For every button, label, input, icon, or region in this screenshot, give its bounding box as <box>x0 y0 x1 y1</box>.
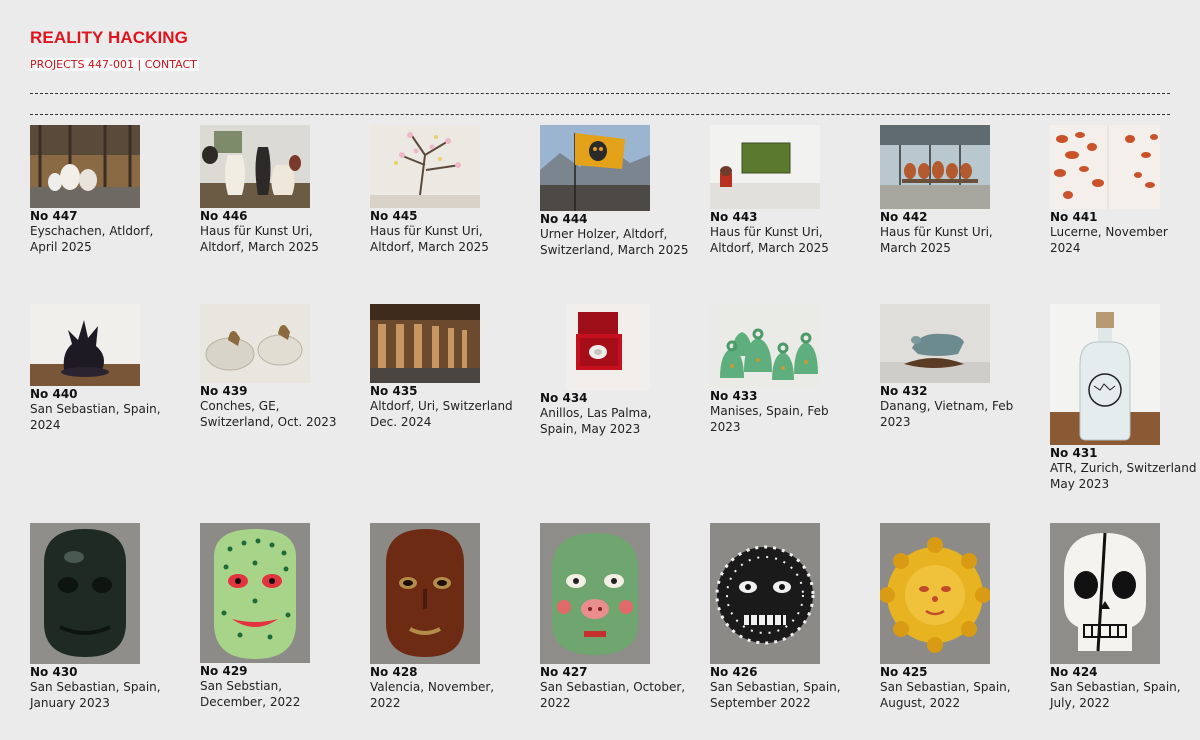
project-number: No 426 <box>710 665 758 679</box>
project-caption: Haus für Kunst Uri, March 2025 <box>880 225 993 255</box>
pots-window-photo[interactable] <box>880 125 990 209</box>
project-caption: San Sebastian, Spain, August, 2022 <box>880 680 1011 710</box>
project-item: No 441 Lucerne, November 2024 <box>1050 125 1200 256</box>
black-sculpture-photo[interactable] <box>30 304 140 386</box>
project-number: No 431 <box>1050 446 1098 460</box>
project-item: No 445 Haus für Kunst Uri, Altdorf, March… <box>370 125 530 255</box>
warehouse-ceramics-photo[interactable] <box>30 125 140 208</box>
nav-projects-link[interactable]: PROJECTS 447-001 <box>30 58 134 71</box>
gallery-painting-photo[interactable] <box>710 125 820 209</box>
project-item: No 429 San Sebstian, December, 2022 <box>200 523 360 710</box>
project-number: No 446 <box>200 209 248 223</box>
project-item: No 440 San Sebastian, Spain, 2024 <box>30 304 190 433</box>
project-caption: San Sebastian, Spain, September 2022 <box>710 680 841 710</box>
project-item: No 439 Conches, GE, Switzerland, Oct. 202… <box>200 304 360 430</box>
site-title-link[interactable]: REALITY HACKING <box>30 28 188 48</box>
project-caption: Altdorf, Uri, Switzerland Dec. 2024 <box>370 399 513 429</box>
project-number: No 441 <box>1050 210 1098 224</box>
brown-mask-photo[interactable] <box>370 523 480 664</box>
project-item: No 444 Urner Holzer, Altdorf, Switzerland… <box>540 125 700 258</box>
project-caption: Valencia, November, 2022 <box>370 680 495 710</box>
skull-mask-photo[interactable] <box>1050 523 1160 664</box>
project-item: No 425 San Sebastian, Spain, August, 2022 <box>880 523 1040 711</box>
top-nav: PROJECTS 447-001 | CONTACT <box>30 58 199 71</box>
project-item: No 433 Manises, Spain, Feb 2023 <box>710 304 870 435</box>
project-caption: San Sebastian, Spain, 2024 <box>30 402 161 432</box>
project-item: No 432 Danang, Vietnam, Feb 2023 <box>880 304 1040 430</box>
project-number: No 443 <box>710 210 758 224</box>
project-number: No 425 <box>880 665 928 679</box>
project-caption: Haus für Kunst Uri, Altdorf, March 2025 <box>370 224 489 254</box>
red-spots-photo[interactable] <box>1050 125 1160 209</box>
project-caption: San Sebastian, Spain, January 2023 <box>30 680 161 710</box>
wooden-hall-photo[interactable] <box>370 304 480 383</box>
nav-contact-link[interactable]: CONTACT <box>145 58 197 71</box>
project-caption: Eyschachen, Atldorf, April 2025 <box>30 224 154 254</box>
project-number: No 428 <box>370 665 418 679</box>
project-caption: Conches, GE, Switzerland, Oct. 2023 <box>200 399 337 429</box>
striped-mask-photo[interactable] <box>710 523 820 664</box>
project-number: No 433 <box>710 389 758 403</box>
project-number: No 440 <box>30 387 78 401</box>
project-number: No 447 <box>30 209 78 223</box>
stones-figures-photo[interactable] <box>200 304 310 383</box>
project-number: No 429 <box>200 664 248 678</box>
project-caption: ATR, Zurich, Switzerland May 2023 <box>1050 461 1197 491</box>
green-pig-mask-photo[interactable] <box>540 523 650 664</box>
black-mask-photo[interactable] <box>30 523 140 664</box>
project-item: No 443 Haus für Kunst Uri, Altdorf, March… <box>710 125 870 256</box>
project-item: No 434 Anillos, Las Palma, Spain, May 202… <box>540 304 700 437</box>
blossom-branch-photo[interactable] <box>370 125 480 208</box>
bottle-photo[interactable] <box>1050 304 1160 445</box>
green-dotted-mask-photo[interactable] <box>200 523 310 663</box>
project-item: No 442 Haus für Kunst Uri, March 2025 <box>880 125 1040 256</box>
project-item: No 430 San Sebastian, Spain, January 2023 <box>30 523 190 711</box>
green-bells-photo[interactable] <box>710 304 820 388</box>
project-number: No 439 <box>200 384 248 398</box>
flag-mountains-photo[interactable] <box>540 125 650 211</box>
project-number: No 424 <box>1050 665 1098 679</box>
vases-photo[interactable] <box>200 125 310 208</box>
project-caption: San Sebastian, October, 2022 <box>540 680 686 710</box>
divider-top <box>30 93 1170 94</box>
ring-box-photo[interactable] <box>566 304 650 390</box>
project-item: No 424 San Sebastian, Spain, July, 2022 <box>1050 523 1200 711</box>
project-number: No 427 <box>540 665 588 679</box>
project-number: No 430 <box>30 665 78 679</box>
project-caption: Urner Holzer, Altdorf, Switzerland, Marc… <box>540 227 689 257</box>
sun-mask-photo[interactable] <box>880 523 990 664</box>
project-caption: Haus für Kunst Uri, Altdorf, March 2025 <box>710 225 829 255</box>
project-number: No 434 <box>540 391 588 405</box>
project-caption: San Sebastian, Spain, July, 2022 <box>1050 680 1181 710</box>
project-number: No 432 <box>880 384 928 398</box>
divider-bottom <box>30 114 1170 115</box>
project-caption: Haus für Kunst Uri, Altdorf, March 2025 <box>200 224 319 254</box>
project-item: No 431 ATR, Zurich, Switzerland May 2023 <box>1050 304 1200 492</box>
project-item: No 427 San Sebastian, October, 2022 <box>540 523 700 711</box>
project-item: No 426 San Sebastian, Spain, September 20… <box>710 523 870 711</box>
project-number: No 435 <box>370 384 418 398</box>
project-caption: Anillos, Las Palma, Spain, May 2023 <box>540 406 652 436</box>
project-caption: San Sebstian, December, 2022 <box>200 679 301 709</box>
project-item: No 446 Haus für Kunst Uri, Altdorf, March… <box>200 125 360 255</box>
project-caption: Manises, Spain, Feb 2023 <box>710 404 829 434</box>
project-item: No 435 Altdorf, Uri, Switzerland Dec. 202… <box>370 304 530 430</box>
animal-sculpture-photo[interactable] <box>880 304 990 383</box>
project-item: No 428 Valencia, November, 2022 <box>370 523 530 711</box>
project-number: No 444 <box>540 212 588 226</box>
project-number: No 445 <box>370 209 418 223</box>
project-caption: Lucerne, November 2024 <box>1050 225 1168 255</box>
nav-separator: | <box>137 58 142 71</box>
project-caption: Danang, Vietnam, Feb 2023 <box>880 399 1014 429</box>
project-item: No 447 Eyschachen, Atldorf, April 2025 <box>30 125 190 255</box>
project-number: No 442 <box>880 210 928 224</box>
